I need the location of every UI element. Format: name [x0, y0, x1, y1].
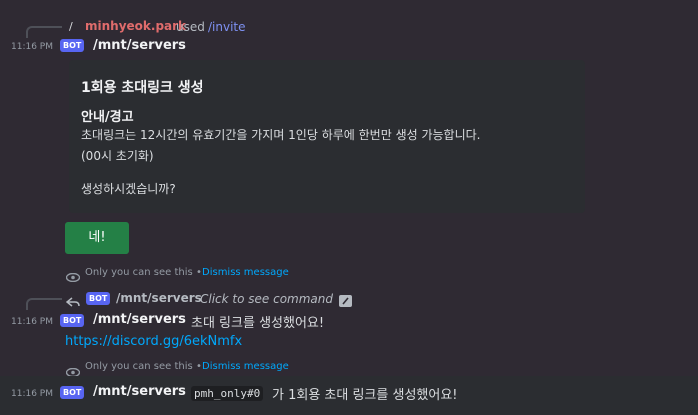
- reply-connector: [26, 26, 62, 38]
- embed-field-name: 안내/경고: [81, 110, 134, 125]
- reply-preview-text[interactable]: Click to see command: [200, 292, 333, 306]
- confirm-button[interactable]: 네!: [65, 222, 129, 254]
- bot-badge: BOT: [60, 314, 85, 327]
- timestamp: 11:16 PM: [11, 389, 53, 399]
- timestamp: 11:16 PM: [11, 317, 53, 327]
- reply-used-text: used: [176, 20, 205, 34]
- dismiss-message-link[interactable]: Dismiss message: [202, 361, 289, 372]
- ephemeral-notice: Only you can see this: [85, 267, 193, 278]
- reply-slash-icon: /: [69, 20, 73, 33]
- embed-warning-line: 초대링크는 12시간의 유효기간을 가지며 1인당 하루에 한번만 생성 가능합…: [81, 128, 481, 142]
- eye-icon: [65, 267, 81, 283]
- invite-link[interactable]: https://discord.gg/6ekNmfx: [65, 334, 242, 349]
- invite-embed: 1회용 초대링크 생성 안내/경고 초대링크는 12시간의 유효기간을 가지며 …: [69, 60, 585, 213]
- timestamp: 11:16 PM: [11, 42, 53, 52]
- command-icon: [339, 292, 352, 307]
- ephemeral-notice: Only you can see this: [85, 361, 193, 372]
- reply-username[interactable]: minhyeok.park: [85, 19, 186, 33]
- user-mention-code: pmh_only#0: [191, 386, 264, 401]
- author-name[interactable]: /mnt/servers: [93, 312, 186, 327]
- embed-title: 1회용 초대링크 생성: [81, 80, 204, 96]
- message-invite-prompt: / minhyeok.park used /invite 11:16 PM BO…: [0, 0, 698, 288]
- message-public-notice: 11:16 PM BOT /mnt/servers pmh_only#0 가 1…: [0, 376, 698, 415]
- reply-connector: [26, 298, 62, 310]
- reply-author-name[interactable]: /mnt/servers: [116, 291, 202, 305]
- embed-reset-note: (00시 초기화): [81, 149, 154, 163]
- message-content: 초대 링크를 생성했어요!: [191, 316, 325, 331]
- bot-badge: BOT: [60, 39, 85, 52]
- author-name[interactable]: /mnt/servers: [93, 38, 186, 53]
- embed-confirm-question: 생성하시겠습니까?: [81, 182, 176, 196]
- reply-bot-badge: BOT: [86, 292, 111, 305]
- dismiss-message-link[interactable]: Dismiss message: [202, 267, 289, 278]
- reply-arrow-icon: [65, 292, 80, 307]
- author-name[interactable]: /mnt/servers: [93, 384, 186, 399]
- message-invite-link: BOT /mnt/servers Click to see command 11…: [0, 288, 698, 378]
- message-content: 가 1회용 초대 링크를 생성했어요!: [272, 388, 458, 403]
- reply-command-name[interactable]: /invite: [208, 20, 246, 34]
- bot-badge: BOT: [60, 386, 85, 399]
- eye-icon: [65, 362, 81, 378]
